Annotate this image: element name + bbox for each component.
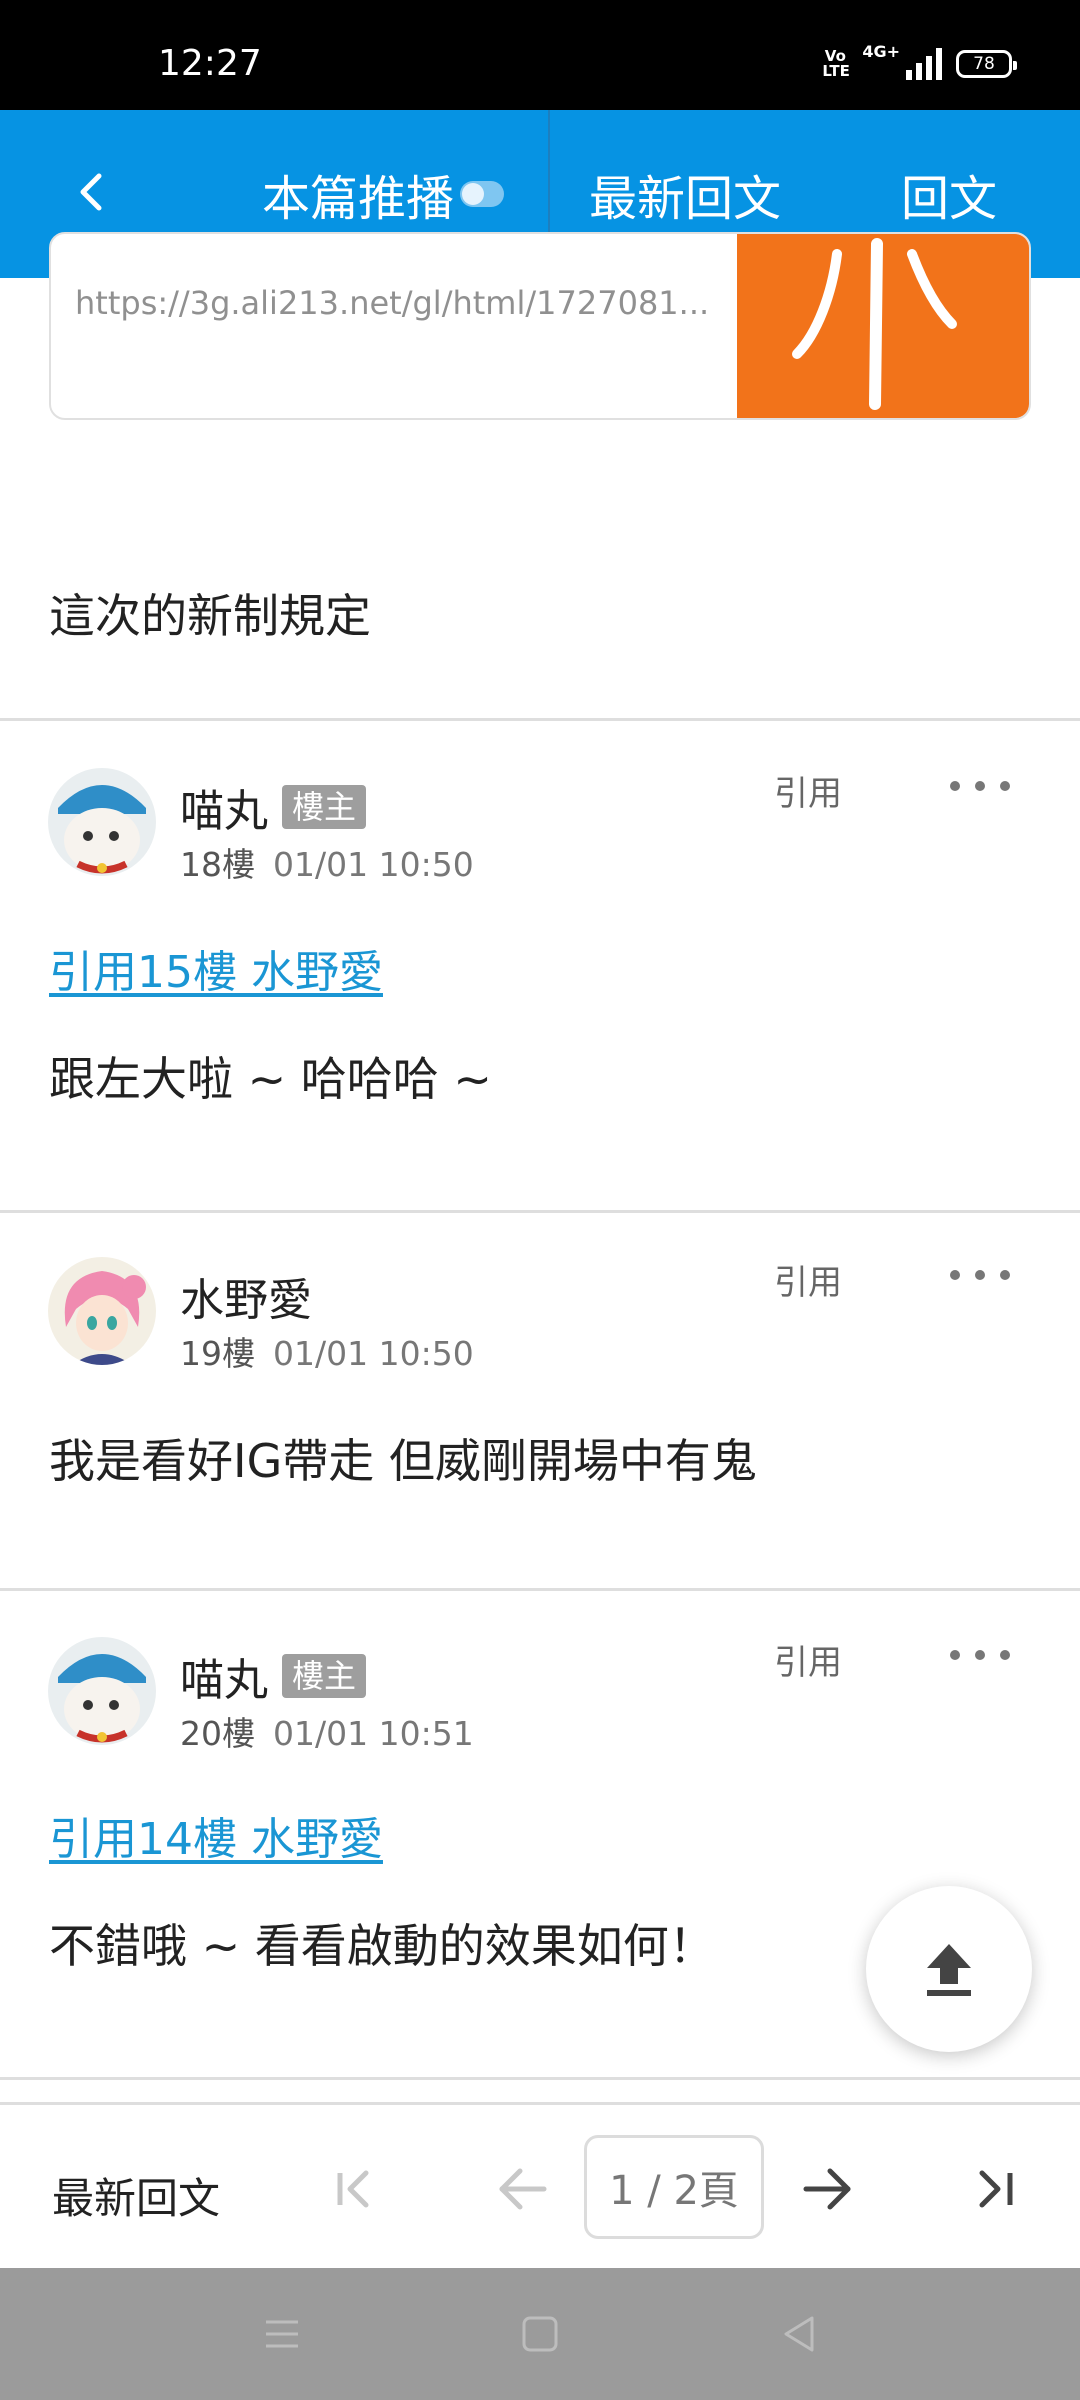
left-arrow-icon (499, 2168, 547, 2210)
menu-icon (266, 2320, 298, 2348)
first-page-icon (337, 2170, 369, 2208)
signal-icon (906, 48, 942, 80)
post-content: 我是看好IG帶走 但威剛開場中有鬼 (49, 1434, 757, 1488)
post-content: 不錯哦 ~ 看看啟動的效果如何！ (49, 1919, 715, 1973)
menu-button[interactable] (252, 2308, 312, 2360)
username-text: 喵丸 (180, 1655, 268, 1706)
floor-number: 20樓 (180, 1714, 255, 1753)
more-options-icon[interactable] (950, 771, 1010, 801)
post-meta: 20樓 01/01 10:51 (180, 1707, 474, 1755)
back-button[interactable] (60, 160, 124, 224)
post-time: 01/01 10:50 (273, 1334, 474, 1373)
system-back-button[interactable] (770, 2308, 830, 2360)
username[interactable]: 喵丸 樓主 (180, 775, 367, 839)
floor-number: 19樓 (180, 1334, 255, 1373)
push-label: 本篇推播 (262, 171, 455, 227)
post-divider (0, 1210, 1080, 1213)
pager-bar: 最新回文 1 / 2頁 (0, 2102, 1080, 2270)
link-preview-card[interactable]: https://3g.ali213.net/gl/html/1727081... (49, 232, 1031, 420)
avatar[interactable] (48, 768, 156, 876)
avatar[interactable] (48, 1257, 156, 1365)
upload-arrow-icon (927, 1944, 971, 1996)
more-options-icon[interactable] (950, 1260, 1010, 1290)
post-time: 01/01 10:50 (273, 845, 474, 884)
intro-text: 這次的新制規定 (49, 589, 371, 643)
more-options-icon[interactable] (950, 1640, 1010, 1670)
first-page-button[interactable] (312, 2147, 396, 2231)
post-meta: 19樓 01/01 10:50 (180, 1327, 474, 1375)
status-icons: Vo LTE 4G+ 78 (822, 42, 1017, 80)
username-text: 水野愛 (180, 1275, 312, 1326)
username[interactable]: 喵丸 樓主 (180, 1644, 367, 1708)
op-badge: 樓主 (282, 1654, 367, 1698)
next-page-button[interactable] (786, 2147, 870, 2231)
volte-icon: Vo LTE (822, 47, 850, 80)
pager-latest-button[interactable]: 最新回文 (52, 2165, 220, 2226)
floor-number: 18樓 (180, 845, 255, 884)
username-text: 喵丸 (180, 786, 268, 837)
toggle-switch-icon (460, 181, 505, 207)
status-bar: 12:27 Vo LTE 4G+ 78 (0, 0, 1080, 110)
post-content: 跟左大啦 ~ 哈哈哈 ~ (49, 1052, 492, 1106)
op-badge: 樓主 (282, 785, 367, 829)
last-page-button[interactable] (954, 2147, 1038, 2231)
quote-button[interactable]: 引用 (774, 766, 842, 815)
post-time: 01/01 10:51 (273, 1714, 474, 1753)
post-divider (0, 1588, 1080, 1591)
previous-page-button[interactable] (480, 2147, 564, 2231)
network-type: 4G+ (862, 42, 900, 61)
last-page-icon (979, 2170, 1013, 2208)
quote-reference-link[interactable]: 引用15樓 水野愛 (49, 936, 383, 1000)
quote-button[interactable]: 引用 (774, 1255, 842, 1304)
quote-button[interactable]: 引用 (774, 1635, 842, 1684)
link-thumbnail (737, 234, 1029, 418)
right-arrow-icon (803, 2168, 851, 2210)
post-divider (0, 718, 1080, 721)
back-arrow-icon (80, 173, 102, 211)
scroll-to-top-button[interactable] (866, 1886, 1032, 2052)
status-time: 12:27 (158, 43, 262, 84)
avatar[interactable] (48, 1637, 156, 1745)
post-divider (0, 2077, 1080, 2080)
system-nav-bar (0, 2268, 1080, 2400)
battery-icon: 78 (956, 50, 1017, 78)
post-meta: 18樓 01/01 10:50 (180, 838, 474, 886)
username[interactable]: 水野愛 (180, 1264, 312, 1328)
home-square-icon (522, 2316, 558, 2352)
link-url: https://3g.ali213.net/gl/html/1727081... (75, 284, 710, 322)
back-triangle-icon (784, 2316, 814, 2352)
home-button[interactable] (510, 2308, 570, 2360)
page-indicator[interactable]: 1 / 2頁 (584, 2135, 764, 2239)
quote-reference-link[interactable]: 引用14樓 水野愛 (49, 1803, 383, 1867)
